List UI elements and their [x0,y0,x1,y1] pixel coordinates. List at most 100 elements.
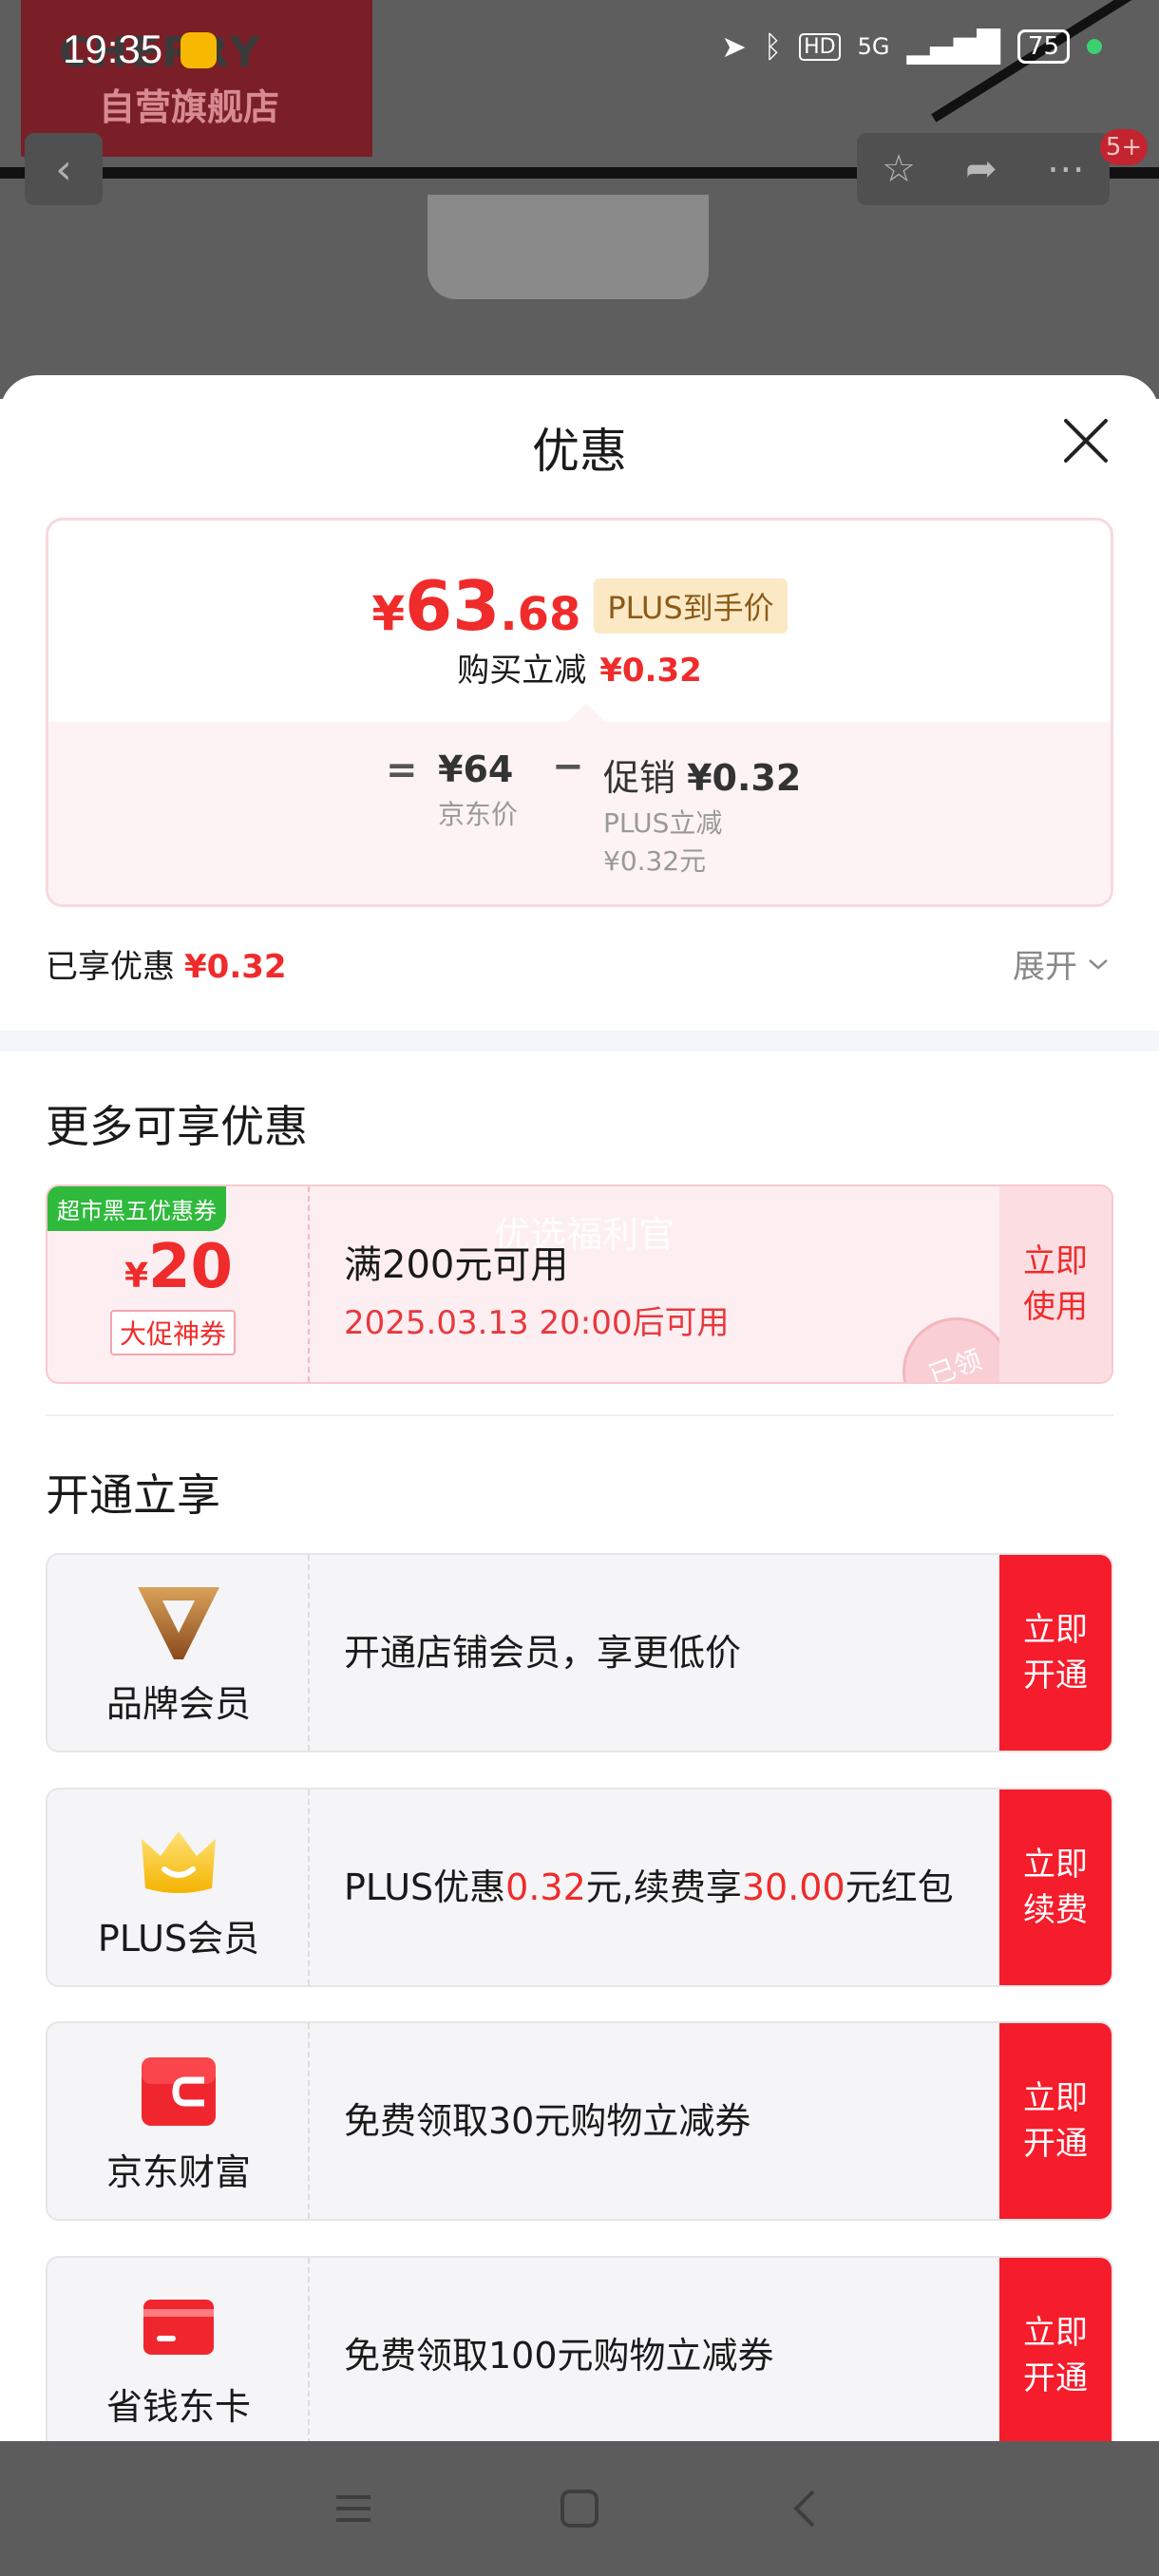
bluetooth-icon: ᛒ [763,28,783,65]
message-badge: 5+ [1100,129,1148,165]
open-benefits-title: 开通立享 [46,1469,220,1521]
more-discounts-title: 更多可享优惠 [46,1101,308,1152]
status-bar: 19:35 ➤ ᛒ HD 5G ▂▄▆█ 75 [0,0,1159,104]
saving-card[interactable]: 省钱东卡 免费领取100元购物立减券 立即 开通 [46,2256,1113,2441]
enjoyed-value: ¥0.32 [184,948,287,986]
price-breakdown-card: ¥ 63 .68 PLUS到手价 购买立减 ¥0.32 = ¥64 京东价 − … [46,518,1113,907]
more-icon[interactable]: ⋯ [1047,147,1085,191]
hd-icon: HD [799,32,841,61]
minus-sign: − [552,745,584,788]
member-card-desc: 免费领取100元购物立减券 [344,2258,961,2441]
open-brand-member-button[interactable]: 立即 开通 [999,1555,1112,1751]
coupon-amount: ¥20 [48,1232,310,1302]
sheet-title: 优惠 [532,424,627,479]
divider [46,1414,1113,1416]
coupon-card[interactable]: ¥20 大促神券 超市黑五优惠券 优选福利官 满200元可用 2025.03.1… [46,1184,1113,1384]
promo-value: ¥0.32 [687,757,802,799]
price-integer: 63 [405,566,501,646]
member-card-desc: 开通店铺会员，享更低价 [344,1555,961,1751]
desc-part: 元红包 [845,1866,954,1908]
jd-price-label: 京东价 [438,799,519,830]
close-icon[interactable] [1062,417,1110,464]
share-icon[interactable]: ➦ [965,147,998,191]
final-price-area: ¥ 63 .68 PLUS到手价 购买立减 ¥0.32 [48,521,1111,722]
promo-detail: PLUS立减 ¥0.32元 [603,805,801,881]
promo-label: 促销 [603,757,676,799]
enjoyed-discount: 已享优惠 ¥0.32 [46,940,287,987]
coupon-subtag: 大促神券 [110,1310,237,1355]
plus-price-tag: PLUS到手价 [594,578,788,634]
back-button[interactable]: ‹ [25,133,103,205]
section-divider [0,1031,1159,1051]
renew-plus-button[interactable]: 立即 续费 [999,1790,1112,1985]
privacy-indicator-icon [1087,39,1102,54]
coupon-valid-time: 2025.03.13 20:00后可用 [344,1304,730,1342]
crown-icon [142,1831,216,1893]
member-card-name: 品牌会员 [105,1683,251,1725]
member-card-name: 京东财富 [105,2151,251,2193]
desc-text: 免费领取100元购物立减券 [344,2335,774,2377]
enjoyed-label: 已享优惠 [46,948,175,986]
expand-button[interactable]: 展开 [1013,940,1110,987]
page-toolbar: ☆ ➦ ⋯ [857,133,1110,205]
promo-detail-line2: ¥0.32元 [603,845,707,877]
chevron-down-icon [1089,958,1108,970]
brand-member-card[interactable]: 品牌会员 开通店铺会员，享更低价 立即 开通 [46,1553,1113,1752]
reduction-label: 购买立减 [457,652,587,690]
price-decimal: .68 [500,588,581,641]
promo-block: 促销 ¥0.32 PLUS立减 ¥0.32元 [603,748,801,881]
member-card-left: 品牌会员 [48,1555,310,1751]
menu-icon[interactable] [331,2486,376,2531]
brand-v-icon [138,1587,219,1659]
member-icon-wrap [48,1583,310,1663]
jd-price-value: ¥64 [438,748,514,790]
system-nav-bar [0,2441,1159,2576]
equals-sign: = [386,748,418,792]
battery-icon: 75 [1016,29,1070,64]
network-label: 5G [857,33,890,60]
status-icons: ➤ ᛒ HD 5G ▂▄▆█ 75 [721,28,1102,65]
coupon-currency: ¥ [124,1257,148,1296]
member-card-left: 省钱东卡 [48,2258,310,2441]
expand-label: 展开 [1013,948,1077,986]
signal-icon: ▂▄▆█ [906,28,1000,65]
open-jd-wealth-button[interactable]: 立即 开通 [999,2023,1112,2219]
desc-part: PLUS优惠 [344,1866,506,1908]
back-icon[interactable] [783,2486,828,2531]
member-icon-wrap [48,1818,310,1898]
desc-text: PLUS优惠0.32元,续费享30.00元红包 [344,1862,954,1913]
status-time: 19:35 [63,27,163,71]
home-icon[interactable] [557,2486,602,2531]
jd-wealth-card[interactable]: 京东财富 免费领取30元购物立减券 立即 开通 [46,2021,1113,2221]
member-card-desc: PLUS优惠0.32元,续费享30.00元红包 [344,1790,961,1985]
background-monitor-stand [428,195,709,299]
member-card-name: PLUS会员 [97,1918,260,1960]
member-card-desc: 免费领取30元购物立减券 [344,2023,961,2219]
price-formula-area: = ¥64 京东价 − 促销 ¥0.32 PLUS立减 ¥0.32元 [48,722,1111,904]
desc-text: 开通店铺会员，享更低价 [344,1632,742,1674]
discount-sheet: 优惠 ¥ 63 .68 PLUS到手价 购买立减 ¥0.32 = ¥64 京东价 [0,375,1159,2441]
price-currency: ¥ [371,586,406,641]
coupon-condition: 满200元可用 [344,1243,569,1287]
coupon-value: 20 [148,1232,234,1302]
jd-price-block: ¥64 京东价 [438,748,518,832]
purchase-reduction-row: 购买立减 ¥0.32 [48,644,1111,691]
plus-member-card[interactable]: PLUS会员 PLUS优惠0.32元,续费享30.00元红包 立即 续费 [46,1788,1113,1987]
desc-text: 免费领取30元购物立减券 [344,2100,751,2142]
location-icon: ➤ [721,28,747,65]
promo-line: 促销 ¥0.32 [603,748,801,801]
promo-detail-line1: PLUS立减 [603,807,723,839]
wallet-icon [142,2057,216,2126]
chevron-left-icon: ‹ [55,144,72,194]
coupon-type-tag: 超市黑五优惠券 [48,1186,226,1231]
final-price-row: ¥ 63 .68 PLUS到手价 [48,566,1111,646]
notification-app-icon [180,32,217,68]
reduction-value: ¥0.32 [599,652,702,690]
star-icon[interactable]: ☆ [882,147,916,191]
desc-highlight: 0.32 [505,1866,586,1908]
member-card-left: PLUS会员 [48,1790,310,1985]
use-coupon-button[interactable]: 立即 使用 [999,1186,1112,1382]
open-saving-card-button[interactable]: 立即 开通 [999,2258,1112,2441]
member-card-left: 京东财富 [48,2023,310,2219]
member-icon-wrap [48,2052,310,2131]
